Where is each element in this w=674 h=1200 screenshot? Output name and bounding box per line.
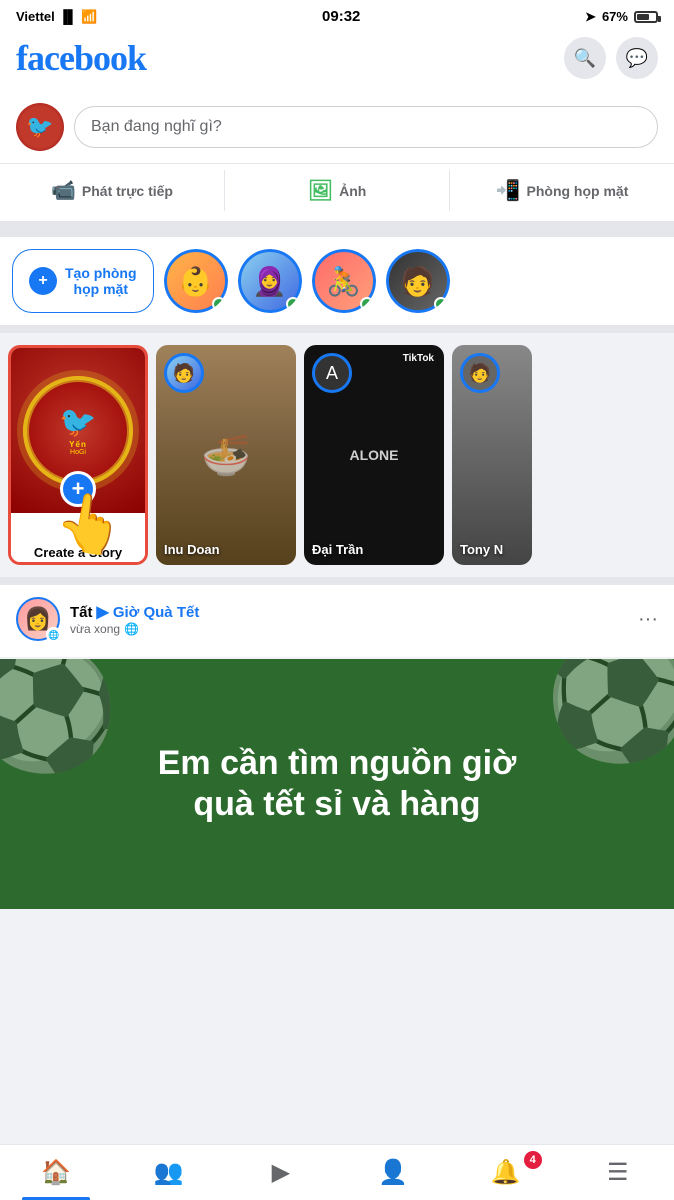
post-author-avatar: 👩 🌐 <box>16 597 60 641</box>
banner-post: ⚽ ⚽ Em cần tìm nguồn giờ quà tết sỉ và h… <box>0 659 674 909</box>
post-meta: vừa xong 🌐 <box>70 622 628 636</box>
nav-home[interactable]: 🏠 <box>0 1145 112 1200</box>
post-author-name: Tất <box>70 604 93 621</box>
messenger-icon: 💬 <box>626 48 648 69</box>
room-label: Phòng họp mặt <box>527 183 629 199</box>
banner-line2: quà tết sỉ và hàng <box>193 785 480 823</box>
profile-icon: 👤 <box>378 1158 408 1187</box>
create-room-label: Tạo phònghọp mặt <box>65 265 137 297</box>
facebook-logo: facebook <box>16 37 146 79</box>
banner-line1: Em cần tìm nguồn giờ <box>158 744 517 782</box>
room-button[interactable]: 📲 Phòng họp mặt <box>450 170 674 211</box>
banner-text: Em cần tìm nguồn giờ quà tết sỉ và hàng <box>128 723 547 845</box>
wifi-icon: 📶 <box>81 9 97 25</box>
soccer-ball-left: ⚽ <box>0 659 119 779</box>
story-card-tony[interactable]: 🧑 Tony N <box>452 345 532 565</box>
post-placeholder: Bạn đang nghĩ gì? <box>91 118 222 136</box>
post-arrow: ▶ <box>97 602 109 622</box>
status-right: ➤ 67% <box>585 9 658 25</box>
notification-badge: 4 <box>524 1151 542 1169</box>
tony-label: Tony N <box>460 542 503 557</box>
story-avatar-4[interactable]: 🧑 <box>386 249 450 313</box>
post-preview: 👩 🌐 Tất ▶ Giờ Quà Tết vừa xong 🌐 ··· <box>0 585 674 657</box>
post-destination: Giờ Quà Tết <box>113 604 200 621</box>
notifications-icon: 🔔 <box>491 1158 521 1187</box>
location-icon: ➤ <box>585 9 596 25</box>
tony-avatar: 🧑 <box>460 353 500 393</box>
create-room-icon: + <box>29 267 57 295</box>
carrier-text: Viettel <box>16 9 55 24</box>
story-avatar-1[interactable]: 👶 <box>164 249 228 313</box>
home-icon: 🏠 <box>41 1158 71 1187</box>
post-author-row: 👩 🌐 Tất ▶ Giờ Quà Tết vừa xong 🌐 ··· <box>16 597 658 641</box>
soccer-ball-right: ⚽ <box>545 659 674 769</box>
stories-scroll: + Tạo phònghọp mặt 👶 🧕 🚴 <box>0 249 674 313</box>
room-icon: 📲 <box>496 178 521 203</box>
online-indicator-4 <box>434 297 448 311</box>
search-button[interactable]: 🔍 <box>564 37 606 79</box>
nav-friends[interactable]: 👥 <box>112 1145 224 1200</box>
story-avatar-3[interactable]: 🚴 <box>312 249 376 313</box>
story-cards-section: 🐦 Yến HoGi + Create a Story 🍜 🧑 Inu Doan <box>0 333 674 585</box>
status-time: 09:32 <box>322 8 360 25</box>
inu-avatar: 🧑 <box>164 353 204 393</box>
battery-text: 67% <box>602 9 628 24</box>
divider-1 <box>0 229 674 237</box>
photo-icon: 🖼 <box>308 178 333 203</box>
app-header: facebook 🔍 💬 <box>0 29 674 91</box>
story-avatar-2[interactable]: 🧕 <box>238 249 302 313</box>
dai-avatar: A <box>312 353 352 393</box>
plus-icon: + <box>38 272 47 290</box>
post-time: vừa xong <box>70 622 120 636</box>
online-indicator-1 <box>212 297 226 311</box>
post-options-btn[interactable]: ··· <box>638 608 658 631</box>
story-card-inu[interactable]: 🍜 🧑 Inu Doan <box>156 345 296 565</box>
stories-avatars-section: + Tạo phònghọp mặt 👶 🧕 🚴 <box>0 237 674 333</box>
action-row: 📹 Phát trực tiếp 🖼 Ảnh 📲 Phòng họp mặt <box>0 164 674 229</box>
nav-menu[interactable]: ☰ <box>562 1145 674 1200</box>
battery-icon <box>634 11 658 23</box>
menu-icon: ☰ <box>607 1158 629 1187</box>
header-icons: 🔍 💬 <box>564 37 658 79</box>
globe-icon: 🌐 <box>124 622 139 636</box>
story-card-dai[interactable]: TikTok A ALONE Đại Trần <box>304 345 444 565</box>
post-input[interactable]: Bạn đang nghĩ gì? <box>74 106 658 148</box>
live-icon: 📹 <box>51 178 76 203</box>
friends-icon: 👥 <box>154 1158 184 1187</box>
create-story-card[interactable]: 🐦 Yến HoGi + Create a Story <box>8 345 148 565</box>
photo-label: Ảnh <box>339 183 366 199</box>
bottom-nav: 🏠 👥 ▶ 👤 🔔 4 ☰ <box>0 1144 674 1200</box>
dai-label: Đại Trần <box>312 542 363 557</box>
create-room-button[interactable]: + Tạo phònghọp mặt <box>12 249 154 313</box>
nav-notifications[interactable]: 🔔 4 <box>449 1145 561 1200</box>
post-author-info: Tất ▶ Giờ Quà Tết vừa xong 🌐 <box>70 602 628 636</box>
user-avatar: 🐦 <box>16 103 64 151</box>
messenger-button[interactable]: 💬 <box>616 37 658 79</box>
watch-icon: ▶ <box>272 1158 290 1187</box>
search-icon: 🔍 <box>574 48 596 69</box>
photo-button[interactable]: 🖼 Ảnh <box>225 170 450 211</box>
status-bar: Viettel ▐▌ 📶 09:32 ➤ 67% <box>0 0 674 29</box>
signal-icon: ▐▌ <box>59 9 77 24</box>
add-story-btn[interactable]: + <box>60 471 96 507</box>
nav-profile[interactable]: 👤 <box>337 1145 449 1200</box>
post-bar: 🐦 Bạn đang nghĩ gì? <box>0 91 674 164</box>
create-story-label: Create a Story <box>34 545 122 560</box>
live-button[interactable]: 📹 Phát trực tiếp <box>0 170 225 211</box>
inu-label: Inu Doan <box>164 542 220 557</box>
nav-watch[interactable]: ▶ <box>225 1145 337 1200</box>
online-indicator-3 <box>360 297 374 311</box>
live-label: Phát trực tiếp <box>82 183 173 199</box>
status-left: Viettel ▐▌ 📶 <box>16 9 97 25</box>
online-indicator-2 <box>286 297 300 311</box>
